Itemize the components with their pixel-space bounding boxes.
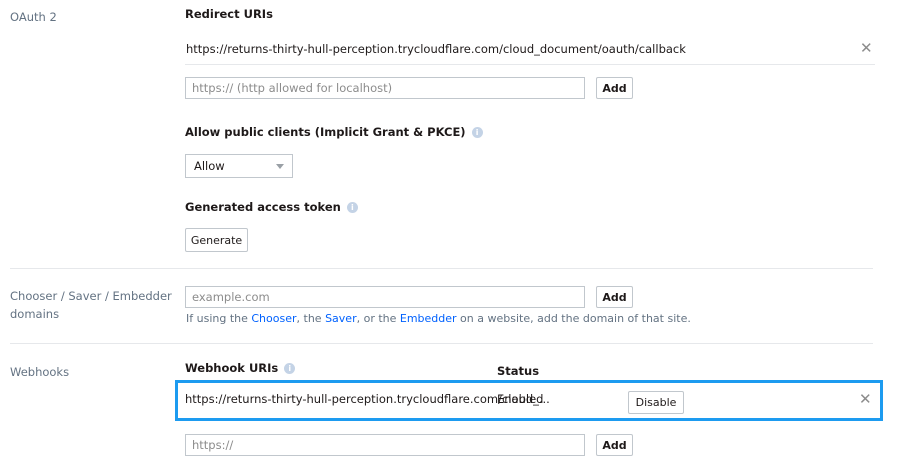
webhook-uri-input[interactable] <box>185 434 585 456</box>
section-label-chooser-line1: Chooser / Saver / Embedder <box>10 289 172 303</box>
webhook-uris-heading-text: Webhook URIs <box>185 361 279 375</box>
close-icon[interactable]: ✕ <box>860 41 873 56</box>
add-webhook-button[interactable]: Add <box>596 434 633 456</box>
redirect-uris-heading: Redirect URIs <box>185 7 273 21</box>
section-label-chooser-line2: domains <box>10 307 60 321</box>
section-label-oauth: OAuth 2 <box>10 10 57 24</box>
public-clients-heading-text: Allow public clients (Implicit Grant & P… <box>185 125 466 139</box>
webhook-status-value: Enabled <box>497 392 544 406</box>
section-divider <box>10 343 873 344</box>
section-label-webhooks: Webhooks <box>10 365 70 379</box>
access-token-heading-text: Generated access token <box>185 200 341 214</box>
help-sep: , or the <box>356 312 400 325</box>
domain-help-text: If using the Chooser, the Saver, or the … <box>186 312 691 325</box>
public-clients-heading: Allow public clients (Implicit Grant & P… <box>185 125 483 139</box>
status-heading: Status <box>497 364 540 378</box>
add-redirect-uri-button[interactable]: Add <box>596 77 633 99</box>
chevron-down-icon <box>276 163 284 169</box>
embedder-link[interactable]: Embedder <box>400 312 457 325</box>
help-prefix: If using the <box>186 312 252 325</box>
help-suffix: on a website, add the domain of that sit… <box>456 312 691 325</box>
disable-webhook-button[interactable]: Disable <box>628 391 684 414</box>
chooser-link[interactable]: Chooser <box>251 312 296 325</box>
close-icon[interactable]: ✕ <box>859 392 872 407</box>
webhook-uri-value: https://returns-thirty-hull-perception.t… <box>185 392 550 406</box>
redirect-uri-value: https://returns-thirty-hull-perception.t… <box>186 42 686 56</box>
redirect-uri-input[interactable] <box>185 77 585 99</box>
info-icon[interactable]: i <box>471 127 483 138</box>
help-sep: , the <box>296 312 326 325</box>
saver-link[interactable]: Saver <box>325 312 357 325</box>
info-icon[interactable]: i <box>284 363 296 374</box>
domain-input[interactable] <box>185 286 585 308</box>
redirect-uri-row: https://returns-thirty-hull-perception.t… <box>185 37 875 64</box>
public-clients-select-value: Allow <box>194 159 225 173</box>
access-token-heading: Generated access token i <box>185 200 358 214</box>
info-icon[interactable]: i <box>346 202 358 213</box>
divider <box>185 64 875 65</box>
generate-token-button[interactable]: Generate <box>185 228 248 252</box>
public-clients-select[interactable]: Allow <box>185 154 293 178</box>
section-divider <box>10 268 873 269</box>
add-domain-button[interactable]: Add <box>596 286 633 308</box>
webhook-row: https://returns-thirty-hull-perception.t… <box>175 380 883 421</box>
webhook-uris-heading: Webhook URIs i <box>185 361 296 375</box>
section-label-chooser: Chooser / Saver / Embedder domains <box>10 287 172 323</box>
